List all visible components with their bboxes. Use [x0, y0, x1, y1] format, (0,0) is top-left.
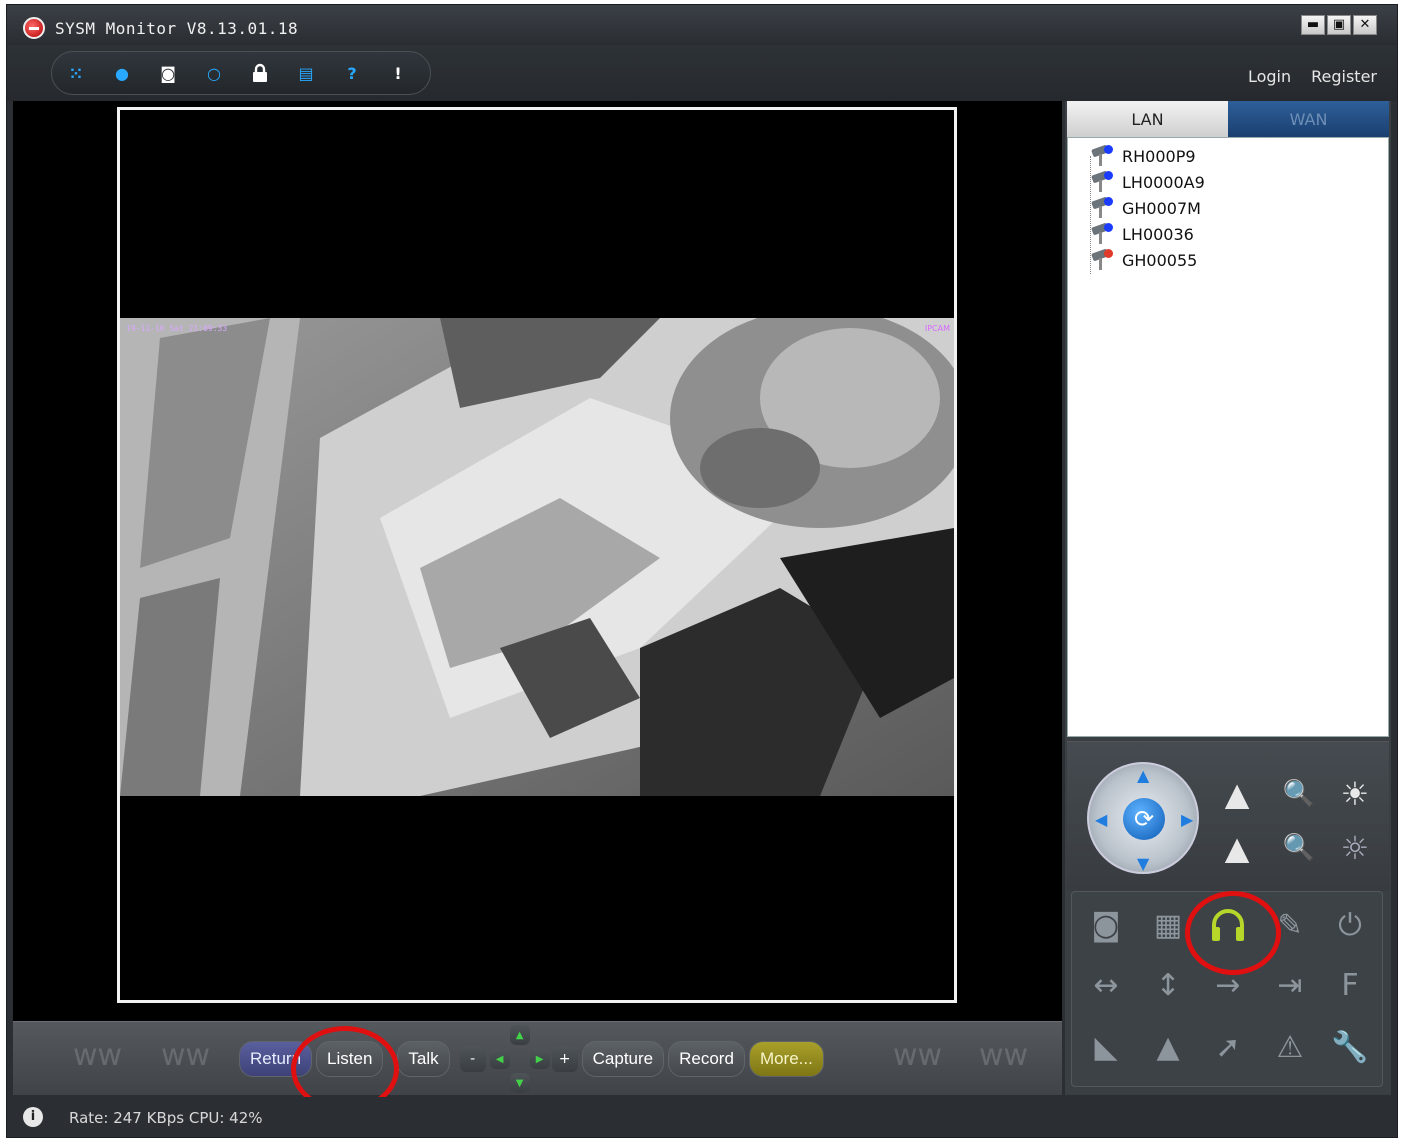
horizontal-scan-icon[interactable]: ↔ — [1080, 960, 1132, 1010]
camera-device-icon — [1090, 144, 1116, 167]
mirror-horizontal-icon[interactable]: ◣ — [1080, 1022, 1132, 1072]
right-panel: LAN WAN RH000P9 LH0000A9 GH0007M LH00036 — [1065, 101, 1391, 1095]
close-button[interactable]: ✕ — [1353, 15, 1377, 35]
list-item[interactable]: GH0007M — [1090, 196, 1201, 220]
camera-device-icon — [1090, 170, 1116, 193]
list-item[interactable]: GH00055 — [1090, 248, 1197, 272]
register-link[interactable]: Register — [1311, 67, 1377, 86]
video-area: 19-11-16 Sat 21:09:33 IPCAM — [13, 101, 1062, 1021]
window-title: SYSM Monitor V8.13.01.18 — [55, 19, 299, 38]
joystick-down-icon[interactable]: ▼ — [1137, 854, 1149, 873]
camera-device-icon — [1090, 196, 1116, 219]
grass-decoration-icon: ww — [161, 1038, 211, 1073]
status-bar: i Rate: 247 KBps CPU: 42% — [13, 1097, 1393, 1137]
ptz-control-panel: ▲ ▼ ◀ ▶ ⟳ ▲ ▲ 🔍 🔍 ☀ ☼ — [1067, 741, 1389, 891]
auth-links: Login Register — [1248, 67, 1377, 86]
grass-decoration-icon: ww — [893, 1038, 943, 1073]
zoom-plus-button[interactable]: + — [551, 1046, 578, 1072]
lock-icon[interactable] — [246, 59, 274, 87]
ptz-down-button[interactable]: ▼ — [509, 1073, 530, 1093]
app-logo-icon — [23, 17, 45, 39]
main-toolbar: ⁙ ● ◙ ○ ▤ ? ! Login Register — [7, 45, 1397, 101]
mirror-vertical-icon[interactable]: ▲ — [1142, 1022, 1194, 1072]
snapshot-icon[interactable]: ◙ — [1080, 900, 1132, 950]
grass-decoration-icon: ww — [73, 1038, 123, 1073]
window-controls: ▬ ▣ ✕ — [1301, 15, 1377, 35]
tab-lan[interactable]: LAN — [1067, 101, 1228, 137]
zoom-minus-button[interactable]: - — [459, 1046, 486, 1072]
list-item[interactable]: LH0000A9 — [1090, 170, 1205, 194]
auto-rotate-icon[interactable]: ⟳ — [1123, 798, 1165, 840]
device-name: LH00036 — [1122, 224, 1194, 244]
alert-icon[interactable]: ! — [384, 59, 412, 87]
warning-icon[interactable]: ⚠ — [1264, 1022, 1316, 1072]
joystick-up-icon[interactable]: ▲ — [1137, 766, 1149, 785]
focus-plus-icon[interactable]: ▲ — [1215, 772, 1259, 816]
ir-icon[interactable]: ➚ — [1202, 1022, 1254, 1072]
maximize-button[interactable]: ▣ — [1327, 15, 1351, 35]
record-icon[interactable]: ● — [108, 59, 136, 87]
camera-device-icon — [1090, 248, 1116, 271]
talk-button[interactable]: Talk — [397, 1041, 450, 1077]
power-icon[interactable]: ⏻ — [1324, 900, 1376, 950]
flip-icon[interactable]: F — [1324, 960, 1376, 1010]
grid-icon[interactable]: ⁙ — [62, 59, 90, 87]
video-frame[interactable]: 19-11-16 Sat 21:09:33 IPCAM — [117, 107, 957, 1003]
joystick-right-icon[interactable]: ▶ — [1181, 810, 1193, 829]
video-osd-timestamp: 19-11-16 Sat 21:09:33 — [126, 324, 228, 333]
title-bar: SYSM Monitor V8.13.01.18 ▬ ▣ ✕ — [7, 5, 1397, 45]
camera-feed-image: 19-11-16 Sat 21:09:33 IPCAM — [120, 318, 954, 796]
mini-ptz-pad: ▲ ◀ ▶ ▼ — [489, 1025, 550, 1093]
ptz-right-button[interactable]: ▶ — [529, 1049, 550, 1069]
device-name: LH0000A9 — [1122, 172, 1205, 192]
ptz-left-button[interactable]: ◀ — [489, 1049, 510, 1069]
camera-icon[interactable]: ◙ — [154, 59, 182, 87]
zoom-in-icon[interactable]: 🔍 — [1277, 772, 1321, 816]
list-item[interactable]: RH000P9 — [1090, 144, 1196, 168]
search-icon[interactable]: ○ — [200, 59, 228, 87]
enter-icon[interactable]: ⇥ — [1264, 960, 1316, 1010]
minimize-button[interactable]: ▬ — [1301, 15, 1325, 35]
settings-wrench-icon[interactable]: 🔧 — [1324, 1022, 1376, 1072]
more-button[interactable]: More... — [748, 1041, 824, 1077]
list-item[interactable]: LH00036 — [1090, 222, 1194, 246]
brightness-up-icon[interactable]: ☀ — [1333, 772, 1377, 816]
status-text: Rate: 247 KBps CPU: 42% — [69, 1109, 263, 1127]
video-osd-label: IPCAM — [924, 324, 950, 333]
login-link[interactable]: Login — [1248, 67, 1291, 86]
tab-wan[interactable]: WAN — [1228, 101, 1389, 137]
brightness-down-icon[interactable]: ☼ — [1333, 826, 1377, 870]
toolbar-icon-group: ⁙ ● ◙ ○ ▤ ? ! — [51, 51, 431, 95]
device-list: RH000P9 LH0000A9 GH0007M LH00036 GH00055 — [1067, 137, 1389, 737]
help-icon[interactable]: ? — [338, 59, 366, 87]
ptz-joystick[interactable]: ▲ ▼ ◀ ▶ ⟳ — [1087, 762, 1199, 874]
device-name: RH000P9 — [1122, 146, 1196, 166]
ptz-up-button[interactable]: ▲ — [509, 1025, 530, 1045]
camera-device-icon — [1090, 222, 1116, 245]
joystick-left-icon[interactable]: ◀ — [1095, 810, 1107, 829]
info-icon: i — [23, 1107, 43, 1127]
record-button[interactable]: Record — [668, 1041, 745, 1077]
zoom-out-icon[interactable]: 🔍 — [1277, 826, 1321, 870]
grass-decoration-icon: ww — [979, 1038, 1029, 1073]
app-window: SYSM Monitor V8.13.01.18 ▬ ▣ ✕ ⁙ ● ◙ ○ ▤… — [6, 4, 1398, 1138]
save-icon[interactable]: ▤ — [292, 59, 320, 87]
focus-minus-icon[interactable]: ▲ — [1215, 826, 1259, 870]
network-tabs: LAN WAN — [1067, 101, 1389, 137]
capture-button[interactable]: Capture — [581, 1041, 665, 1077]
video-control-strip: ww ww ww ww Return Listen Talk - ▲ ◀ ▶ ▼… — [13, 1021, 1062, 1112]
vertical-scan-icon[interactable]: ↕ — [1142, 960, 1194, 1010]
device-name: GH0007M — [1122, 198, 1201, 218]
highlight-circle-headphones — [1185, 891, 1281, 975]
device-name: GH00055 — [1122, 250, 1198, 270]
